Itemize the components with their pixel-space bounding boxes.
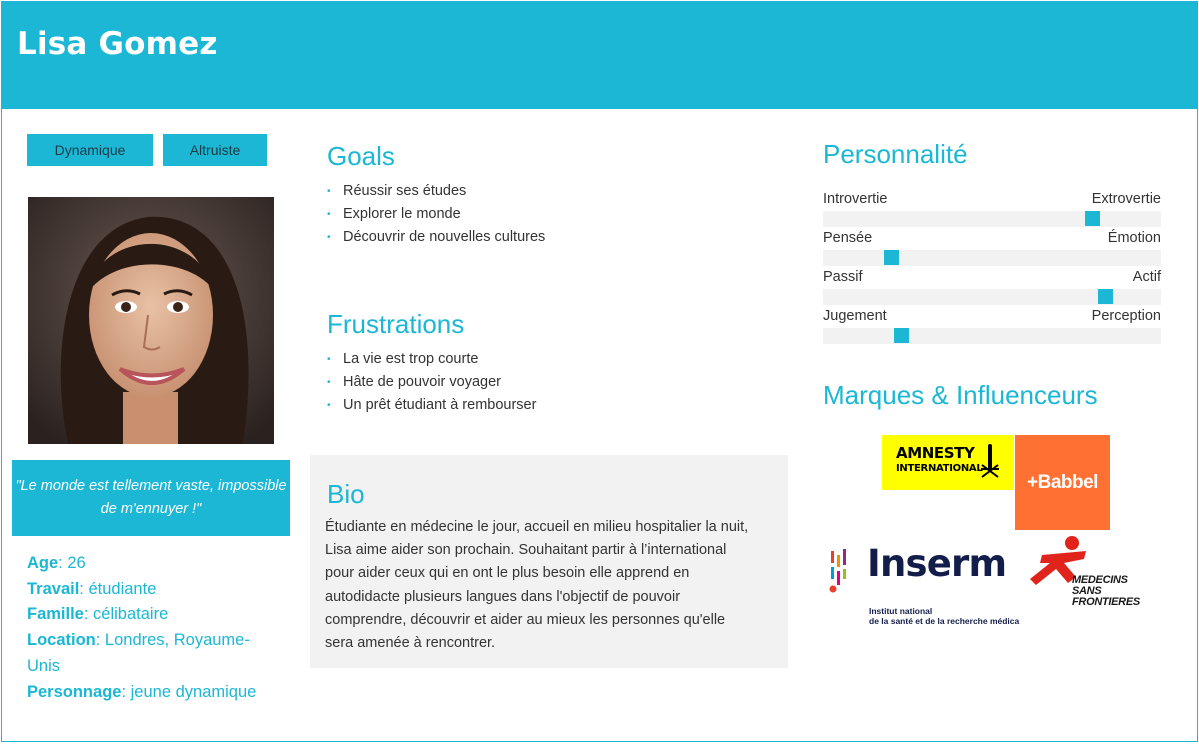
trait-right-label: Perception: [1091, 308, 1161, 324]
trait-left-label: Jugement: [823, 308, 887, 324]
trait-left-label: Introvertie: [823, 191, 888, 207]
header-bar: Lisa Gomez: [2, 2, 1197, 109]
list-item: Hâte de pouvoir voyager: [327, 371, 536, 394]
trait-slider-track: [823, 328, 1161, 344]
persona-photo: [28, 197, 274, 444]
persona-quote: "Le monde est tellement vaste, impossibl…: [12, 460, 290, 536]
msf-logo: MEDECINS SANS FRONTIERES: [1024, 533, 1166, 608]
trait-slider-track: [823, 250, 1161, 266]
bio-heading: Bio: [327, 479, 365, 509]
trait-slider-knob: [884, 250, 899, 265]
trait-introvertie-extrovertie: Introvertie Extrovertie: [823, 191, 1161, 227]
list-item: Découvrir de nouvelles cultures: [327, 226, 545, 249]
list-item: Un prêt étudiant à rembourser: [327, 394, 536, 417]
tag-dynamique: Dynamique: [27, 134, 153, 166]
bio-panel: Bio Étudiante en médecine le jour, accue…: [310, 455, 788, 668]
trait-slider-track: [823, 211, 1161, 227]
persona-facts: Age: 26 Travail: étudiante Famille: céli…: [27, 551, 277, 705]
fact-personnage: Personnage: jeune dynamique: [27, 682, 257, 701]
bio-text: Étudiante en médecine le jour, accueil e…: [325, 519, 749, 652]
goals-list: Réussir ses études Explorer le monde Déc…: [327, 180, 545, 249]
trait-pensee-emotion: Pensée Émotion: [823, 230, 1161, 266]
personality-heading: Personnalité: [823, 139, 968, 169]
goals-heading: Goals: [327, 141, 395, 171]
inserm-logo: Inserm Institut national de la santé et …: [827, 542, 1027, 630]
fact-travail: Travail: étudiante: [27, 579, 157, 598]
frustrations-heading: Frustrations: [327, 309, 465, 339]
trait-right-label: Actif: [1132, 269, 1161, 285]
fact-location: Location: Londres, Royaume-Unis: [27, 631, 250, 675]
inserm-bars-icon: [829, 549, 846, 593]
persona-name: Lisa Gomez: [17, 26, 218, 62]
amnesty-logo: AMNESTY INTERNATIONAL: [882, 435, 1014, 490]
trait-right-label: Extrovertie: [1091, 191, 1161, 207]
frustrations-list: La vie est trop courte Hâte de pouvoir v…: [327, 348, 536, 417]
list-item: Réussir ses études: [327, 180, 545, 203]
list-item: La vie est trop courte: [327, 348, 536, 371]
trait-slider-knob: [1098, 289, 1113, 304]
trait-slider-knob: [1085, 211, 1100, 226]
fact-famille: Famille: célibataire: [27, 605, 169, 624]
list-item: Explorer le monde: [327, 203, 545, 226]
trait-slider-track: [823, 289, 1161, 305]
trait-left-label: Pensée: [823, 230, 873, 246]
babbel-logo: +Babbel: [1015, 435, 1110, 530]
brands-heading: Marques & Influenceurs: [823, 380, 1098, 410]
trait-passif-actif: Passif Actif: [823, 269, 1161, 305]
candle-icon: [981, 444, 999, 478]
trait-left-label: Passif: [823, 269, 863, 285]
trait-right-label: Émotion: [1107, 230, 1161, 246]
trait-jugement-perception: Jugement Perception: [823, 308, 1161, 344]
tag-altruiste: Altruiste: [163, 134, 267, 166]
trait-slider-knob: [894, 328, 909, 343]
fact-age: Age: 26: [27, 554, 86, 572]
